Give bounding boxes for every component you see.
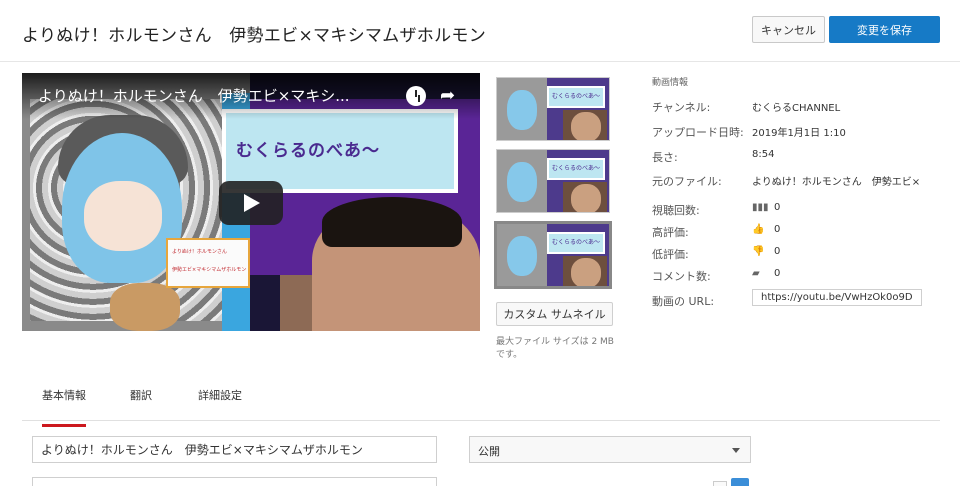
- privacy-value: 公開: [478, 445, 500, 458]
- save-button[interactable]: 変更を保存: [829, 16, 940, 43]
- option-toggle-2[interactable]: [731, 478, 749, 486]
- views-value: 0: [774, 202, 781, 213]
- privacy-select[interactable]: 公開: [469, 436, 751, 463]
- video-overlay-title[interactable]: よりぬけ！ホルモンさん 伊勢エビ×マキシ...: [38, 85, 388, 106]
- likes-label: 高評価:: [652, 226, 689, 239]
- upload-date-value: 2019年1月1日 1:10: [752, 128, 846, 139]
- likes-value: 0: [774, 224, 781, 235]
- channel-label: チャンネル:: [652, 101, 711, 114]
- video-sign-line2: 伊勢エビ×マキシマムザホルモン: [172, 267, 247, 273]
- tab-basic-info[interactable]: 基本情報: [42, 387, 86, 427]
- channel-value[interactable]: むくらるCHANNEL: [752, 99, 840, 114]
- thumbs-down-icon: 👎: [752, 246, 765, 257]
- max-file-size-note: 最大ファイル サイズは 2 MB です。: [496, 337, 614, 360]
- video-sign-line1: よりぬけ！ホルモンさん: [172, 249, 227, 255]
- dislikes-value: 0: [774, 246, 781, 257]
- custom-thumbnail-button[interactable]: カスタム サムネイル: [496, 302, 613, 326]
- thumbnail-option-2[interactable]: むくらるのべあ～: [496, 149, 610, 213]
- watch-later-icon[interactable]: [406, 86, 426, 106]
- video-url-label: 動画の URL:: [652, 295, 715, 308]
- title-input[interactable]: [32, 436, 437, 463]
- thumbnail-person-face: [571, 112, 601, 140]
- share-icon[interactable]: ➦: [440, 85, 455, 106]
- tab-advanced-settings[interactable]: 詳細設定: [198, 387, 242, 403]
- info-row-dislikes: 低評価: 👎 0: [652, 246, 952, 262]
- thumbnail-character: [507, 162, 537, 202]
- tab-translation[interactable]: 翻訳: [130, 387, 152, 403]
- duration-label: 長さ:: [652, 151, 678, 164]
- video-info-heading: 動画情報: [652, 78, 689, 88]
- thumbnail-character: [507, 90, 537, 130]
- thumbnail-card-text: むくらるのべあ～: [552, 239, 601, 246]
- thumbs-up-icon: 👍: [752, 224, 765, 235]
- thumbnail-option-3-selected[interactable]: むくらるのべあ～: [494, 221, 612, 289]
- original-file-label: 元のファイル:: [652, 175, 722, 188]
- info-row-upload: アップロード日時: 2019年1月1日 1:10: [652, 124, 952, 140]
- video-url-field[interactable]: [752, 289, 922, 306]
- thumbnail-person-face: [571, 258, 601, 286]
- thumbnail-character: [507, 236, 537, 276]
- thumbnail-card-text: むくらるのべあ～: [552, 165, 601, 172]
- upload-date-label: アップロード日時:: [652, 126, 744, 139]
- cancel-button[interactable]: キャンセル: [752, 16, 825, 43]
- video-player[interactable]: むくらるのべあ～ よりぬけ！ホルモンさん 伊勢エビ×マキシマムザホルモン よりぬ…: [22, 73, 480, 331]
- play-button[interactable]: [219, 181, 283, 225]
- thumbnail-person-face: [571, 184, 601, 212]
- page-title: よりぬけ！ホルモンさん 伊勢エビ×マキシマムザホルモン: [22, 26, 487, 46]
- video-card-text: むくらるのべあ～: [236, 141, 380, 161]
- thumbnail-card-text: むくらるのべあ～: [552, 93, 601, 100]
- video-character-face: [84, 181, 162, 251]
- page-header: よりぬけ！ホルモンさん 伊勢エビ×マキシマムザホルモン キャンセル 変更を保存: [0, 0, 960, 62]
- info-row-likes: 高評価: 👍 0: [652, 224, 952, 240]
- info-row-channel: チャンネル: むくらるCHANNEL: [652, 99, 952, 115]
- info-row-views: 視聴回数: ▮▮▮ 0: [652, 202, 952, 218]
- video-bear-plush: [110, 283, 180, 331]
- info-row-duration: 長さ: 8:54: [652, 149, 952, 165]
- dislikes-label: 低評価:: [652, 248, 689, 261]
- thumbnail-option-1[interactable]: むくらるのべあ～: [496, 77, 610, 141]
- comments-value: 0: [774, 268, 781, 279]
- views-label: 視聴回数:: [652, 204, 700, 217]
- info-row-comments: コメント数: ▰ 0: [652, 268, 952, 284]
- comments-label: コメント数:: [652, 270, 711, 283]
- chevron-down-icon: [732, 448, 740, 453]
- duration-value: 8:54: [752, 149, 775, 160]
- video-sign: よりぬけ！ホルモンさん 伊勢エビ×マキシマムザホルモン: [166, 238, 250, 288]
- description-input[interactable]: [32, 477, 437, 486]
- video-person-hair: [322, 197, 462, 247]
- info-row-file: 元のファイル: よりぬけ！ホルモンさん 伊勢エビ×: [652, 173, 952, 189]
- comment-icon: ▰: [752, 268, 760, 279]
- original-file-value: よりぬけ！ホルモンさん 伊勢エビ×: [752, 177, 921, 188]
- views-bar-chart-icon: ▮▮▮: [752, 202, 769, 213]
- edit-tabs: 基本情報 翻訳 詳細設定: [22, 377, 940, 427]
- option-toggle-1[interactable]: [713, 481, 727, 486]
